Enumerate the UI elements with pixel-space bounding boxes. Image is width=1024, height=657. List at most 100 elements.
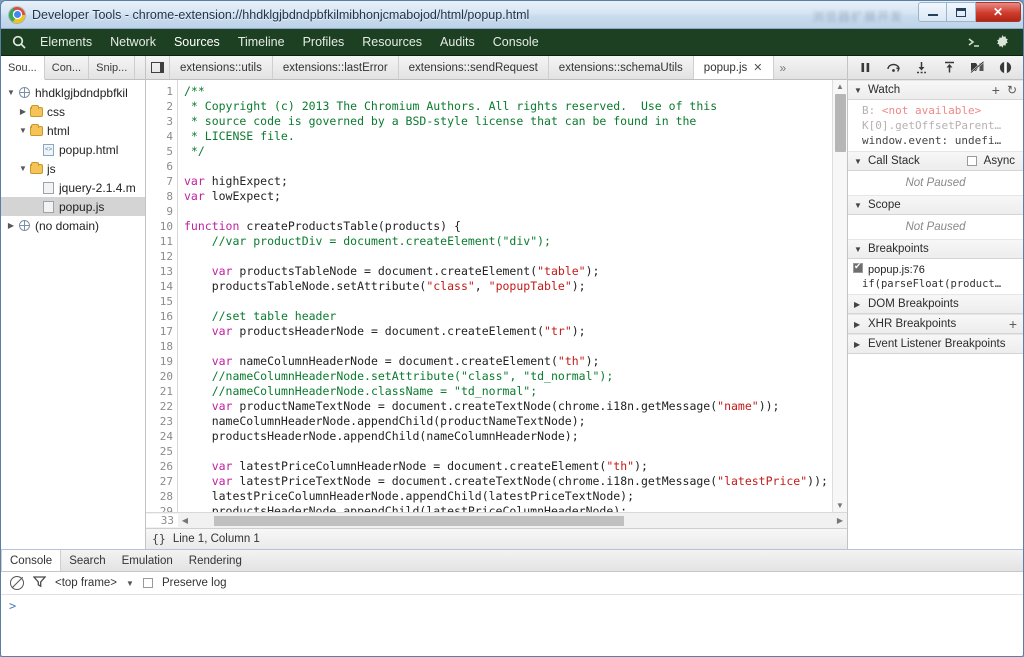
code-line[interactable]: * source code is governed by a BSD-style…: [184, 114, 847, 129]
breakpoints-section-header[interactable]: ▼ Breakpoints: [848, 239, 1023, 259]
tree-item-extension-root[interactable]: ▼ hhdklgjbdndpbfkil: [1, 83, 145, 102]
xhr-breakpoints-section-header[interactable]: ▶ XHR Breakpoints +: [848, 314, 1023, 334]
gear-icon[interactable]: [989, 31, 1015, 53]
hscroll-track[interactable]: [192, 514, 833, 528]
line-number[interactable]: 23: [146, 414, 173, 429]
chevron-right-icon[interactable]: ▶: [854, 320, 863, 329]
execution-context-selector[interactable]: <top frame>: [55, 577, 117, 589]
line-number[interactable]: 19: [146, 354, 173, 369]
code-line[interactable]: [184, 249, 847, 264]
twisty-icon[interactable]: ▶: [5, 221, 17, 230]
chevron-right-icon[interactable]: ▶: [854, 300, 863, 309]
panel-tab-profiles[interactable]: Profiles: [294, 32, 354, 52]
filter-icon[interactable]: [33, 575, 46, 591]
line-number[interactable]: 3: [146, 114, 173, 129]
pause-resume-button[interactable]: [855, 58, 877, 78]
code-line[interactable]: var lowExpect;: [184, 189, 847, 204]
editor-tab-extensions-schemautils[interactable]: extensions::schemaUtils: [549, 56, 694, 79]
scope-section-header[interactable]: ▼ Scope: [848, 195, 1023, 215]
editor-tab-popup-js[interactable]: popup.js ✕: [694, 56, 774, 79]
console-drawer-icon[interactable]: [961, 31, 987, 53]
navigator-tab-sources[interactable]: Sou...: [1, 56, 45, 80]
code-line[interactable]: productsHeaderNode.appendChild(nameColum…: [184, 429, 847, 444]
panel-tab-console[interactable]: Console: [484, 32, 548, 52]
code-line[interactable]: //var productDiv = document.createElemen…: [184, 234, 847, 249]
code-line[interactable]: */: [184, 144, 847, 159]
code-line[interactable]: var productNameTextNode = document.creat…: [184, 399, 847, 414]
code-line[interactable]: //nameColumnHeaderNode.className = "td_n…: [184, 384, 847, 399]
chevron-down-icon[interactable]: ▼: [126, 579, 134, 588]
clear-console-icon[interactable]: [10, 576, 24, 590]
line-number[interactable]: 2: [146, 99, 173, 114]
code-line[interactable]: * Copyright (c) 2013 The Chromium Author…: [184, 99, 847, 114]
tree-item-html[interactable]: ▼ html: [1, 121, 145, 140]
more-tabs-icon[interactable]: »: [774, 56, 793, 79]
line-number[interactable]: 5: [146, 144, 173, 159]
panel-tab-timeline[interactable]: Timeline: [229, 32, 294, 52]
code-line[interactable]: [184, 204, 847, 219]
line-number[interactable]: 7: [146, 174, 173, 189]
drawer-tab-emulation[interactable]: Emulation: [114, 550, 181, 571]
panel-tab-sources[interactable]: Sources: [165, 32, 229, 52]
drawer-tab-console[interactable]: Console: [1, 550, 61, 571]
line-number[interactable]: 11: [146, 234, 173, 249]
code-content[interactable]: /** * Copyright (c) 2013 The Chromium Au…: [178, 80, 847, 512]
chevron-down-icon[interactable]: ▼: [854, 86, 863, 95]
line-number[interactable]: 6: [146, 159, 173, 174]
drawer-tab-search[interactable]: Search: [61, 550, 113, 571]
pretty-print-icon[interactable]: {}: [152, 532, 166, 546]
watch-section-header[interactable]: ▼ Watch + ↻: [848, 80, 1023, 100]
minimize-button[interactable]: [918, 2, 947, 22]
code-line[interactable]: [184, 159, 847, 174]
code-line[interactable]: var latestPriceColumnHeaderNode = docume…: [184, 459, 847, 474]
call-stack-section-header[interactable]: ▼ Call Stack Async: [848, 151, 1023, 171]
breakpoint-item[interactable]: popup.js:76: [848, 261, 1023, 277]
navigator-tab-snippets[interactable]: Snip...: [89, 56, 135, 79]
line-number[interactable]: 13: [146, 264, 173, 279]
code-editor[interactable]: 1234567891011121314151617181920212223242…: [146, 80, 847, 512]
pause-on-exceptions-button[interactable]: [994, 58, 1016, 78]
chevron-down-icon[interactable]: ▼: [854, 245, 863, 254]
tree-item-popup-html[interactable]: <> popup.html: [1, 140, 145, 159]
line-number[interactable]: 26: [146, 459, 173, 474]
watch-expression-row[interactable]: window.event: undefi…: [848, 133, 1023, 148]
line-number[interactable]: 16: [146, 309, 173, 324]
panel-tab-resources[interactable]: Resources: [353, 32, 431, 52]
line-number[interactable]: 22: [146, 399, 173, 414]
tree-item-js[interactable]: ▼ js: [1, 159, 145, 178]
code-line[interactable]: var nameColumnHeaderNode = document.crea…: [184, 354, 847, 369]
add-watch-expression-icon[interactable]: +: [992, 85, 1000, 95]
code-line[interactable]: //set table header: [184, 309, 847, 324]
breakpoint-checkbox[interactable]: [853, 263, 863, 273]
line-number[interactable]: 29: [146, 504, 173, 512]
code-line[interactable]: * LICENSE file.: [184, 129, 847, 144]
tree-item-css[interactable]: ▶ css: [1, 102, 145, 121]
step-over-button[interactable]: [883, 58, 905, 78]
code-line[interactable]: [184, 444, 847, 459]
code-line[interactable]: var highExpect;: [184, 174, 847, 189]
maximize-button[interactable]: [947, 2, 976, 22]
line-number[interactable]: 27: [146, 474, 173, 489]
editor-tab-extensions-lasterror[interactable]: extensions::lastError: [273, 56, 399, 79]
chevron-down-icon[interactable]: ▼: [854, 157, 863, 166]
tree-item-popup-js[interactable]: popup.js: [1, 197, 145, 216]
panel-tab-elements[interactable]: Elements: [31, 32, 101, 52]
line-number[interactable]: 12: [146, 249, 173, 264]
chevron-down-icon[interactable]: ▼: [854, 201, 863, 210]
line-number[interactable]: 28: [146, 489, 173, 504]
code-line[interactable]: [184, 294, 847, 309]
step-into-button[interactable]: [911, 58, 933, 78]
preserve-log-checkbox[interactable]: [143, 578, 153, 588]
editor-horizontal-scrollbar[interactable]: 33 ◀ ▶: [146, 512, 847, 528]
line-number[interactable]: 10: [146, 219, 173, 234]
event-listener-breakpoints-section-header[interactable]: ▶ Event Listener Breakpoints: [848, 334, 1023, 354]
navigator-tab-content-scripts[interactable]: Con...: [45, 56, 89, 79]
code-line[interactable]: var latestPriceTextNode = document.creat…: [184, 474, 847, 489]
step-out-button[interactable]: [938, 58, 960, 78]
tree-item-jquery[interactable]: jquery-2.1.4.m: [1, 178, 145, 197]
dom-breakpoints-section-header[interactable]: ▶ DOM Breakpoints: [848, 294, 1023, 314]
editor-tab-extensions-utils[interactable]: extensions::utils: [170, 56, 273, 79]
add-xhr-breakpoint-icon[interactable]: +: [1009, 319, 1017, 329]
code-line[interactable]: nameColumnHeaderNode.appendChild(product…: [184, 414, 847, 429]
code-line[interactable]: /**: [184, 84, 847, 99]
